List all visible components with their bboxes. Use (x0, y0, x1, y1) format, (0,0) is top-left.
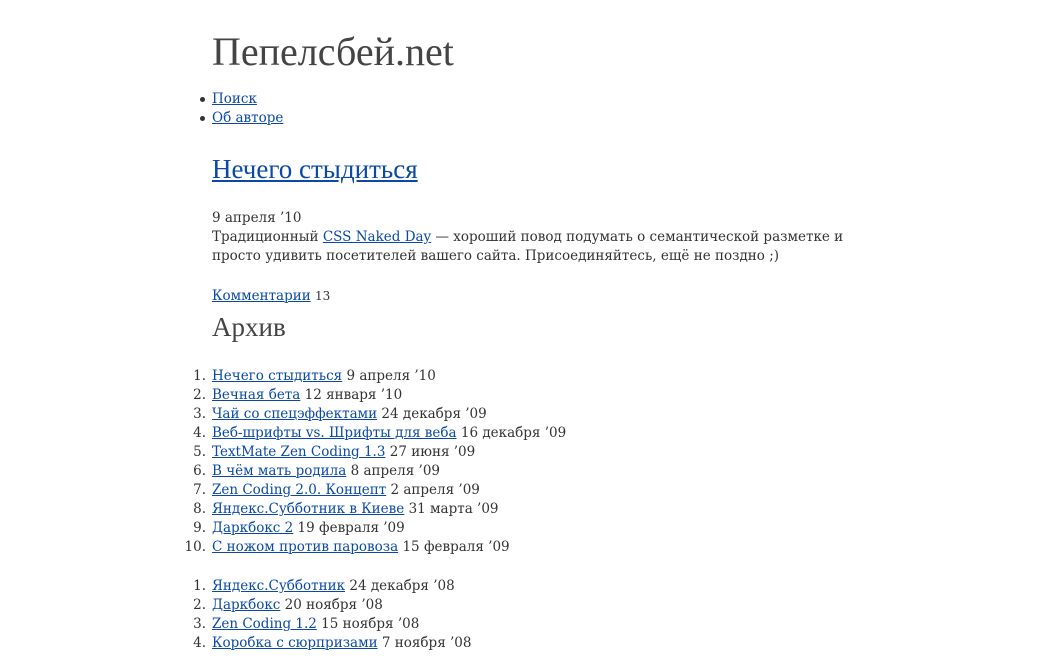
archive-item: 6. В чём мать родила 8 апреля ’09 (193, 462, 566, 481)
archive-item-date: 24 декабря ’09 (381, 406, 487, 422)
archive-item-date: 15 ноября ’08 (321, 616, 420, 632)
archive-item-link[interactable]: Даркбокс 2 (212, 520, 293, 536)
archive-item-date: 7 ноября ’08 (381, 635, 472, 651)
archive-item-date: 19 февраля ’09 (297, 520, 405, 536)
archive-item-date: 2 апреля ’09 (390, 482, 480, 498)
archive-list: 1. Нечего стыдиться 9 апреля ’10 2. Вечная… (185, 367, 567, 557)
archive-item: 2. Даркбокс 20 ноября ’08 (193, 596, 471, 615)
main-nav: Поиск Об авторе (199, 90, 283, 128)
archive-item-date: 31 марта ’09 (408, 501, 499, 517)
archive-item-date: 9 апреля ’10 (346, 368, 436, 384)
archive-item: 8. Яндекс.Субботник в Киеве 31 марта ’09 (193, 500, 566, 519)
post-comments: Комментарии 13 (212, 287, 330, 306)
archive-item-number: 5. (193, 444, 206, 460)
archive-item: 3. Zen Coding 1.2 15 ноября ’08 (193, 615, 471, 634)
archive-item: 9. Даркбокс 2 19 февраля ’09 (193, 519, 566, 538)
site-title: Пепелсбей.net (212, 29, 454, 74)
archive-item-number: 8. (193, 501, 206, 517)
comments-count: 13 (315, 289, 331, 303)
archive-item-number: 10. (184, 539, 206, 555)
archive-item: 4. Коробка с сюрпризами 7 ноября ’08 (193, 634, 472, 653)
nav-item-search: Поиск (199, 90, 283, 109)
archive-item-link[interactable]: Яндекс.Субботник в Киеве (212, 501, 404, 517)
archive-item-number: 9. (193, 520, 206, 536)
archive-item-link[interactable]: Коробка с сюрпризами (212, 635, 378, 651)
archive-item: 3. Чай со спецэффектами 24 декабря ’09 (193, 405, 566, 424)
archive-item-date: 24 декабря ’08 (349, 578, 455, 594)
archive-item: 2. Вечная бета 12 января ’10 (193, 386, 566, 405)
nav-link-about[interactable]: Об авторе (212, 110, 283, 126)
archive-item-number: 1. (193, 578, 206, 594)
archive-item-number: 4. (193, 635, 206, 651)
archive-item-link[interactable]: Веб-шрифты vs. Шрифты для веба (212, 425, 457, 441)
archive-item-link[interactable]: TextMate Zen Coding 1.3 (212, 444, 385, 460)
archive-item: 5. TextMate Zen Coding 1.3 27 июня ’09 (193, 443, 566, 462)
archive-item-number: 2. (193, 387, 206, 403)
archive-item-number: 6. (193, 463, 206, 479)
nav-link-search[interactable]: Поиск (212, 91, 257, 107)
post-title: Нечего стыдиться (212, 152, 418, 186)
archive-item-link[interactable]: Яндекс.Субботник (212, 578, 345, 594)
archive-list: 1. Яндекс.Субботник 24 декабря ’08 2. Дарк… (193, 577, 472, 653)
archive-item-number: 4. (193, 425, 206, 441)
archive-item: 1. Яндекс.Субботник 24 декабря ’08 (193, 577, 471, 596)
archive-item-number: 3. (193, 616, 206, 632)
comments-link[interactable]: Комментарии (212, 288, 311, 304)
archive-item-date: 27 июня ’09 (389, 444, 476, 460)
archive-item-date: 12 января ’10 (304, 387, 403, 403)
archive-item: 7. Zen Coding 2.0. Концепт 2 апреля ’09 (193, 481, 566, 500)
post-body: Традиционный CSS Naked Day — хороший пов… (212, 228, 852, 266)
archive-item-link[interactable]: В чём мать родила (212, 463, 346, 479)
post-body-intro: Традиционный (212, 229, 323, 245)
archive-item-link[interactable]: Zen Coding 1.2 (212, 616, 317, 632)
archive-item-link[interactable]: Даркбокс (212, 597, 280, 613)
archive-item-date: 15 февраля ’09 (402, 539, 510, 555)
archive-item-number: 2. (193, 597, 206, 613)
archive-item-number: 7. (193, 482, 206, 498)
archive-item-date: 20 ноября ’08 (284, 597, 383, 613)
archive-item-link[interactable]: Чай со спецэффектами (212, 406, 377, 422)
archive-item-date: 16 декабря ’09 (460, 425, 567, 441)
archive-item-link[interactable]: Вечная бета (212, 387, 300, 403)
archive-item-link[interactable]: С ножом против паровоза (212, 539, 398, 555)
post-title-link[interactable]: Нечего стыдиться (212, 154, 418, 184)
post-date: 9 апреля ’10 (212, 210, 302, 226)
archive-item-link[interactable]: Нечего стыдиться (212, 368, 342, 384)
archive-title: Архив (212, 312, 286, 342)
archive-item-link[interactable]: Zen Coding 2.0. Концепт (212, 482, 386, 498)
archive-item: 10. С ножом против паровоза 15 февраля ’0… (185, 538, 566, 557)
css-naked-day-link[interactable]: CSS Naked Day (323, 229, 431, 245)
archive-item-date: 8 апреля ’09 (350, 463, 441, 479)
archive-item-number: 1. (193, 368, 206, 384)
archive-item-number: 3. (193, 406, 206, 422)
nav-item-about: Об авторе (199, 109, 283, 128)
archive-item: 1. Нечего стыдиться 9 апреля ’10 (193, 367, 566, 386)
archive-item: 4. Веб-шрифты vs. Шрифты для веба 16 дека… (193, 424, 567, 443)
